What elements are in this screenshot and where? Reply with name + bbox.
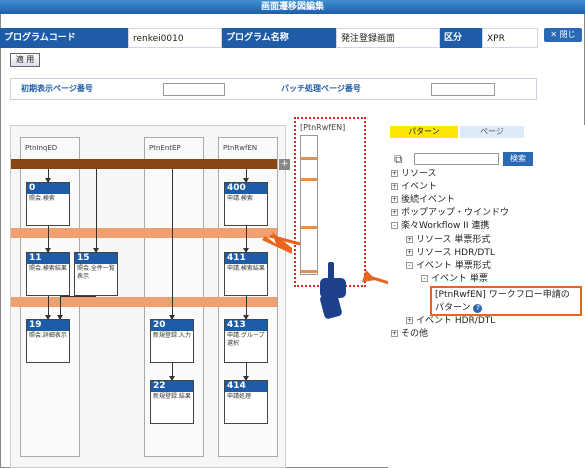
tree-item[interactable]: + リソース xyxy=(391,168,437,180)
tree-item[interactable]: - 楽々Workflow II 連携 xyxy=(391,220,489,232)
tab-page[interactable]: ページ xyxy=(460,126,524,138)
help-icon[interactable]: ? xyxy=(473,304,483,313)
callout-line2: パターン xyxy=(435,303,471,313)
pattern-callout[interactable]: [PtnRwfEN] ワークフロー申請の パターン ? xyxy=(430,286,582,316)
tree-icon: ⧉ xyxy=(394,152,403,166)
search-button[interactable]: 検索 xyxy=(503,152,533,166)
tree-item[interactable]: + ポップアップ・ウインドウ xyxy=(391,207,509,219)
search-input[interactable] xyxy=(414,153,499,165)
tree-item[interactable]: + イベント HDR/DTL xyxy=(406,315,495,327)
callout-line1: [PtnRwfEN] ワークフロー申請の xyxy=(435,290,570,300)
left-arrow-icon xyxy=(262,232,292,254)
tree-item[interactable]: - イベント 単票形式 xyxy=(406,260,491,272)
tree-item[interactable]: + 後続イベント xyxy=(391,194,455,206)
pointer-hand-icon xyxy=(320,262,346,319)
tree-item[interactable]: + リソース HDR/DTL xyxy=(406,247,495,259)
right-arrowhead-icon xyxy=(362,270,376,282)
tree-item[interactable]: + リソース 単票形式 xyxy=(406,234,490,246)
tree-item[interactable]: - イベント 単票 xyxy=(421,273,488,285)
tree-item[interactable]: + その他 xyxy=(391,328,428,340)
tab-pattern[interactable]: パターン xyxy=(390,126,458,138)
tree-item[interactable]: + イベント xyxy=(391,181,437,193)
